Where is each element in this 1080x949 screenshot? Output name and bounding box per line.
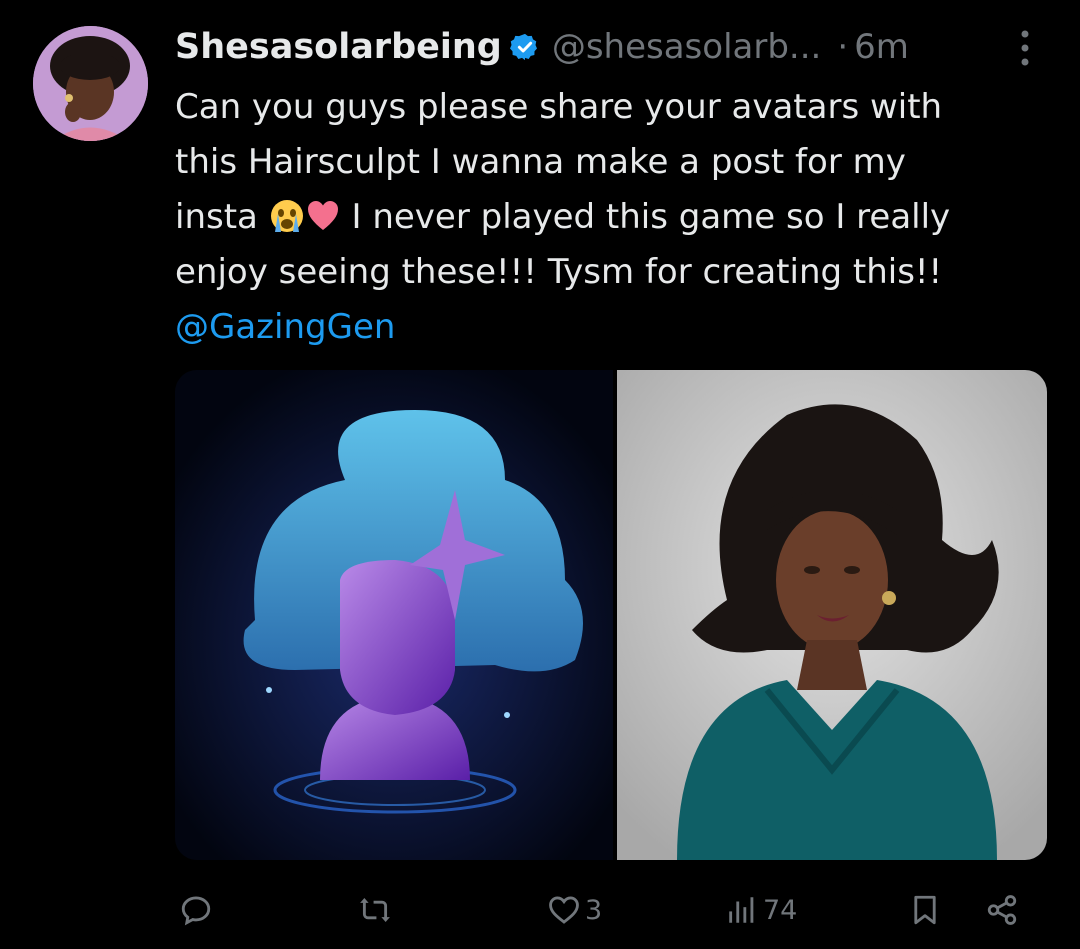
separator-dot: · [837,27,849,67]
tweet-text-line: this Hairsculpt I wanna make a post for … [175,142,906,182]
tweet-timestamp[interactable]: 6m [854,27,909,67]
more-options-icon[interactable] [1010,26,1040,70]
portrait-photo-image [617,370,1047,860]
author-handle[interactable]: @shesasolarb... [552,27,822,67]
tweet-text-line: Can you guys please share your avatars w… [175,87,943,127]
tweet-header: Shesasolarbeing @shesasolarb... · 6m [175,22,1020,72]
tweet-text: Can you guys please share your avatars w… [175,80,1055,355]
retweet-button[interactable] [358,885,396,935]
media-image-hairsculpt-avatar[interactable] [175,370,613,860]
author-display-name[interactable]: Shesasolarbeing [175,27,502,67]
avatar[interactable] [33,26,148,141]
media-image-portrait[interactable] [617,370,1047,860]
heart-icon [549,896,579,924]
avatar-image [33,26,148,141]
hairsculpt-avatar-image [175,370,613,860]
crying-face-icon [270,200,303,232]
tweet-text-segment: I never played this game so I really [340,197,951,237]
pink-heart-icon [307,201,338,230]
bookmark-button[interactable] [908,885,942,935]
tweet-text-line: enjoy seeing these!!! Tysm for creating … [175,252,943,292]
reply-button[interactable] [179,885,217,935]
tweet-text-segment: insta [175,197,269,237]
like-button[interactable]: 3 [547,885,602,935]
reply-icon [181,896,211,926]
like-count: 3 [585,894,603,926]
bookmark-icon [914,895,936,925]
share-icon [987,895,1017,925]
tweet-media[interactable] [175,370,1047,860]
analytics-bar-icon [729,897,754,923]
views-button[interactable]: 74 [725,885,797,935]
view-count: 74 [763,894,798,926]
mention-link[interactable]: @GazingGen [175,300,1055,355]
retweet-icon [360,897,390,923]
share-button[interactable] [985,885,1019,935]
tweet-action-bar: 3 74 [175,885,1047,935]
tweet-text-line: insta I never played this game so I real… [175,190,1055,245]
verified-badge-icon [509,33,537,61]
